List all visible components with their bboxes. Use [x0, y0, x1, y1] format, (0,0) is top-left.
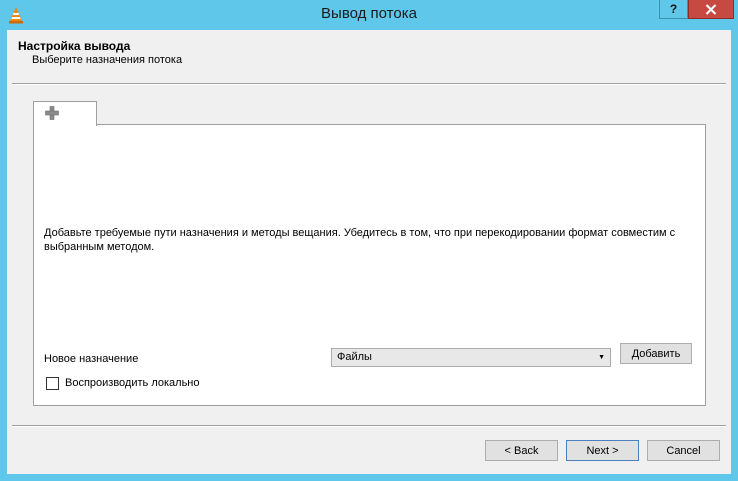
page-title: Настройка вывода	[18, 39, 131, 53]
help-button[interactable]: ?	[659, 0, 688, 19]
page-subtitle: Выберите назначения потока	[32, 54, 183, 66]
add-button[interactable]: Добавить	[620, 343, 692, 364]
window-title: Вывод потока	[321, 5, 417, 22]
cancel-button[interactable]: Cancel	[647, 440, 720, 461]
play-locally-checkbox[interactable]	[46, 377, 59, 390]
new-destination-label: Новое назначение	[44, 353, 139, 365]
header-divider	[12, 83, 726, 85]
dropdown-arrow-icon: ▼	[598, 354, 605, 361]
dialog-body: Настройка вывода Выберите назначения пот…	[7, 30, 731, 474]
plus-icon	[45, 106, 59, 120]
footer-divider	[12, 425, 726, 427]
destination-select-value: Файлы	[337, 351, 372, 363]
next-button[interactable]: Next >	[566, 440, 639, 461]
tab-add-destination[interactable]	[33, 101, 97, 126]
wizard-header: Настройка вывода Выберите назначения пот…	[7, 30, 731, 85]
close-button[interactable]	[688, 0, 734, 19]
info-text: Добавьте требуемые пути назначения и мет…	[44, 227, 676, 253]
tab-join	[34, 124, 96, 127]
destination-panel: Добавьте требуемые пути назначения и мет…	[33, 124, 706, 406]
title-bar[interactable]: Вывод потока ?	[0, 0, 738, 30]
close-icon	[705, 3, 717, 15]
back-button[interactable]: < Back	[485, 440, 558, 461]
destination-select[interactable]: Файлы ▼	[331, 348, 611, 367]
play-locally-label[interactable]: Воспроизводить локально	[65, 377, 200, 389]
